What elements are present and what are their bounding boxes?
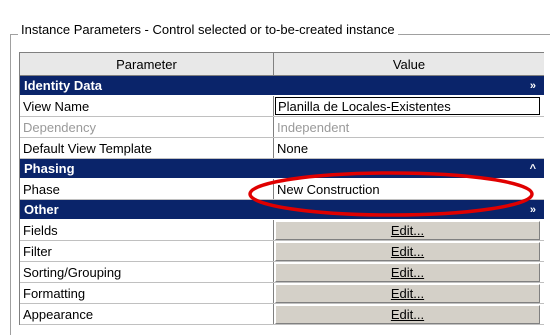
default-view-template-value[interactable]: None [274,138,544,158]
param-name: Phase [20,179,274,199]
column-header-parameter[interactable]: Parameter [20,53,274,75]
param-name: Appearance [20,304,274,324]
row-view-name[interactable]: View Name Planilla de Locales-Existentes [20,96,544,117]
phase-value[interactable]: New Construction [274,179,544,199]
row-phase[interactable]: Phase New Construction [20,179,544,200]
param-name: Dependency [20,117,274,137]
sorting-grouping-edit-button[interactable]: Edit... [275,262,540,282]
param-name: Default View Template [20,138,274,158]
formatting-edit-button[interactable]: Edit... [275,283,540,303]
row-filter[interactable]: Filter Edit... [20,241,544,262]
column-header-value[interactable]: Value [274,53,544,75]
fields-edit-button[interactable]: Edit... [275,220,540,240]
collapse-chevron-icon[interactable]: ^ [530,163,536,175]
row-appearance[interactable]: Appearance Edit... [20,304,544,325]
parameters-grid: Parameter Value Identity Data » View Nam… [19,52,544,325]
filter-edit-button[interactable]: Edit... [275,241,540,261]
collapse-chevron-icon[interactable]: » [530,80,536,92]
row-dependency: Dependency Independent [20,117,544,138]
dependency-value: Independent [277,119,350,135]
section-title: Identity Data [24,78,103,93]
collapse-chevron-icon[interactable]: » [530,204,536,216]
section-title: Phasing [24,161,75,176]
row-fields[interactable]: Fields Edit... [20,220,544,241]
row-formatting[interactable]: Formatting Edit... [20,283,544,304]
section-title: Other [24,202,59,217]
param-name: Fields [20,220,274,240]
param-name: Sorting/Grouping [20,262,274,282]
group-title: Instance Parameters - Control selected o… [18,22,398,38]
view-name-input[interactable]: Planilla de Locales-Existentes [275,97,540,115]
section-phasing[interactable]: Phasing ^ [20,159,544,179]
row-sorting-grouping[interactable]: Sorting/Grouping Edit... [20,262,544,283]
row-default-view-template[interactable]: Default View Template None [20,138,544,159]
param-name: View Name [20,96,274,116]
section-other[interactable]: Other » [20,200,544,220]
appearance-edit-button[interactable]: Edit... [275,304,540,324]
grid-header: Parameter Value [20,52,544,76]
param-name: Formatting [20,283,274,303]
section-identity-data[interactable]: Identity Data » [20,76,544,96]
param-name: Filter [20,241,274,261]
